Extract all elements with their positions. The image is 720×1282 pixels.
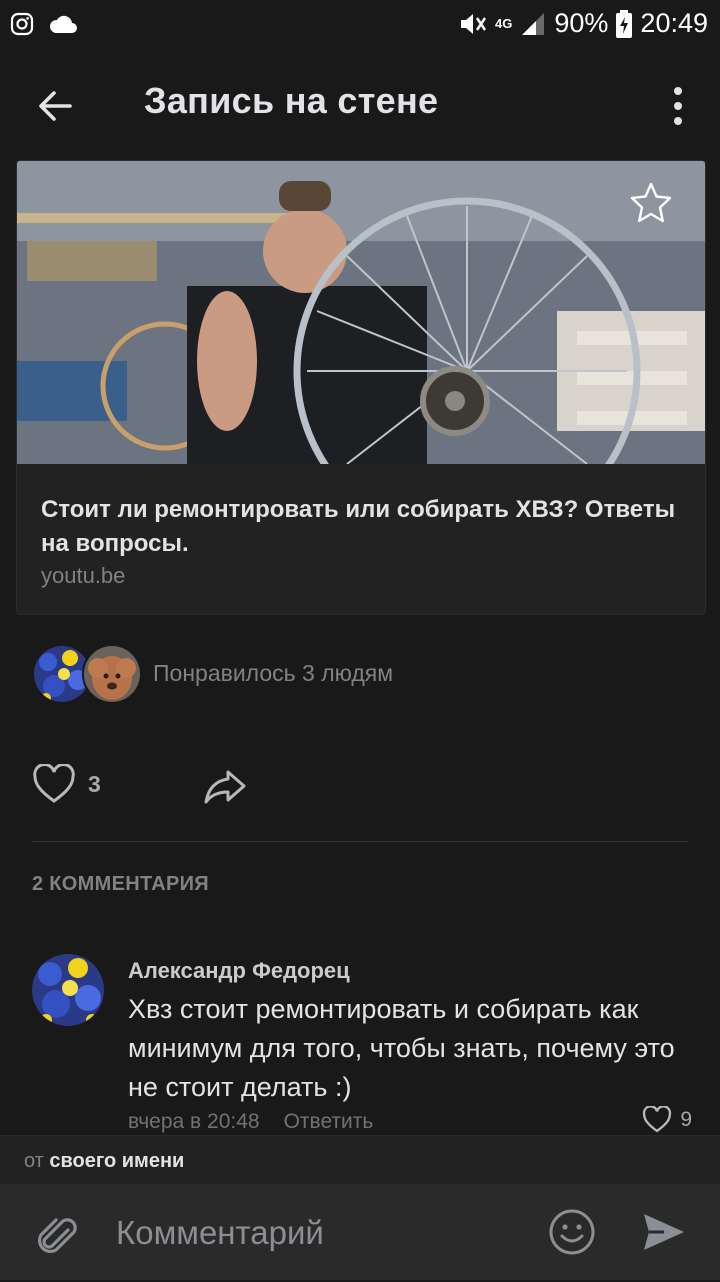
app-bar: Запись на стене <box>0 50 720 160</box>
post-as-selector[interactable]: от своего имени <box>0 1135 720 1184</box>
heart-icon <box>643 1106 672 1133</box>
paperclip-icon[interactable] <box>32 1210 80 1258</box>
comment-author[interactable]: Александр Федорец <box>128 958 350 984</box>
battery-percent: 90% <box>554 8 609 38</box>
comment-item: Александр Федорец Хвз стоит ремонтироват… <box>32 954 692 1134</box>
link-domain: youtu.be <box>41 563 126 588</box>
instagram-icon <box>10 12 34 36</box>
avatar[interactable] <box>82 644 142 704</box>
likes-summary[interactable]: Понравилось 3 людям <box>153 660 393 687</box>
post-as-name[interactable]: своего имени <box>49 1150 184 1172</box>
link-title[interactable]: Стоит ли ремонтировать или собирать ХВЗ?… <box>41 493 681 561</box>
like-count: 3 <box>88 770 101 797</box>
cloud-icon <box>49 15 77 33</box>
likers-row[interactable]: Понравилось 3 людям <box>32 644 692 704</box>
post-as-prefix: от <box>24 1150 44 1172</box>
video-thumbnail[interactable] <box>17 161 705 464</box>
avatar[interactable] <box>32 954 104 1026</box>
heart-icon <box>33 764 75 803</box>
page-title: Запись на стене <box>144 80 439 121</box>
send-icon[interactable] <box>640 1208 688 1256</box>
mute-icon <box>461 13 487 34</box>
comment-input[interactable] <box>114 1184 518 1282</box>
divider <box>32 841 688 842</box>
like-button[interactable]: 3 <box>32 764 101 804</box>
share-icon[interactable] <box>202 764 248 810</box>
star-bookmark-icon[interactable] <box>629 181 673 225</box>
back-arrow-icon[interactable] <box>30 80 82 132</box>
comment-time: вчера в 20:48 <box>128 1110 260 1133</box>
thumbnail-image <box>17 161 705 464</box>
smile-icon[interactable] <box>548 1208 596 1256</box>
comment-like-button[interactable]: 9 <box>642 1106 692 1133</box>
link-attachment-card[interactable]: Стоит ли ремонтировать или собирать ХВЗ?… <box>16 160 706 615</box>
battery-charging-icon <box>616 9 633 38</box>
comment-like-count: 9 <box>680 1107 692 1131</box>
reply-button[interactable]: Ответить <box>284 1110 374 1134</box>
post-actions: 3 <box>32 760 692 820</box>
comments-count-header: 2 КОММЕНТАРИЯ <box>32 873 209 895</box>
signal-icon <box>522 12 545 35</box>
network-type: 4G <box>495 16 513 31</box>
comment-text: Хвз стоит ремонтировать и собирать как м… <box>128 994 675 1102</box>
comment-meta: вчера в 20:48 Ответить <box>128 1110 373 1134</box>
clock: 20:49 <box>640 8 708 38</box>
status-bar: 4G 90% 20:49 <box>0 0 720 50</box>
comment-composer <box>0 1184 720 1282</box>
more-vertical-icon[interactable] <box>666 84 690 128</box>
post-as-label: от своего имени <box>24 1150 184 1173</box>
